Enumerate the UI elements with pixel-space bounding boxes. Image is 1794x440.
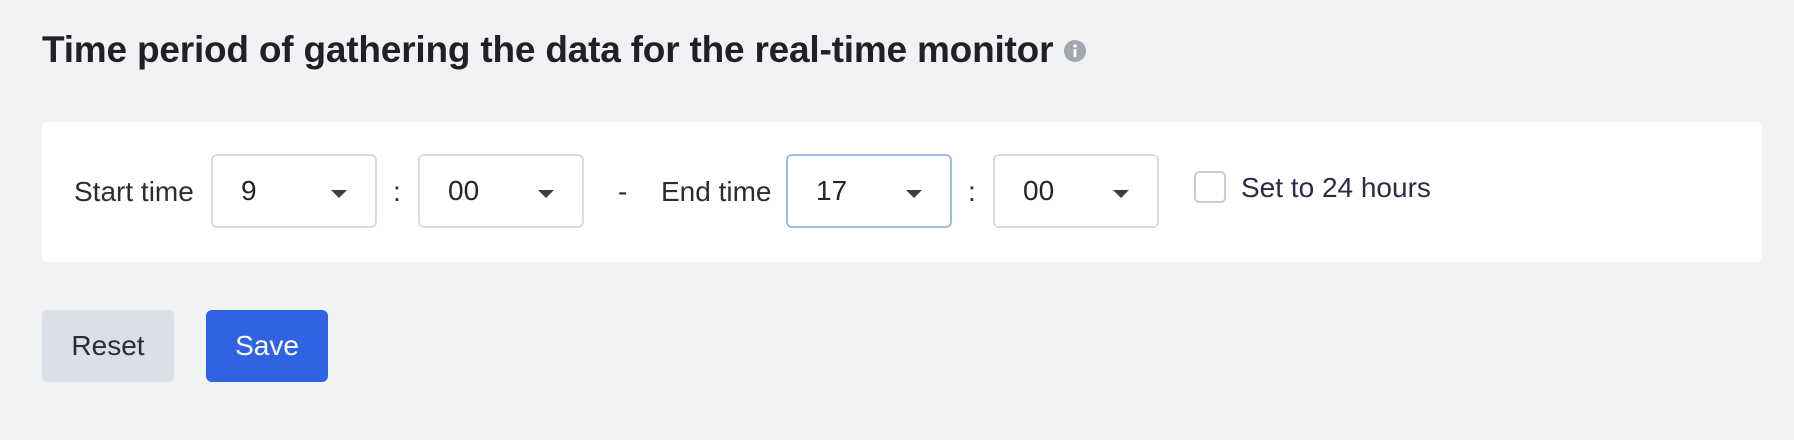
info-icon[interactable]	[1063, 39, 1087, 63]
settings-page: Time period of gathering the data for th…	[0, 0, 1794, 440]
reset-button[interactable]: Reset	[42, 310, 174, 382]
chevron-down-icon	[1113, 190, 1129, 198]
time-colon: :	[968, 176, 976, 207]
time-period-card: Start time 9 : 00 - End time 17 : 00 Set…	[42, 122, 1762, 262]
start-minute-select[interactable]: 00	[418, 154, 584, 228]
end-time-label: End time	[661, 176, 772, 207]
save-button[interactable]: Save	[206, 310, 328, 382]
range-dash: -	[618, 176, 628, 207]
start-hour-select[interactable]: 9	[211, 154, 377, 228]
start-minute-value: 00	[448, 175, 480, 206]
time-colon: :	[393, 176, 401, 207]
chevron-down-icon	[538, 190, 554, 198]
chevron-down-icon	[906, 190, 922, 198]
end-hour-value: 17	[816, 175, 848, 206]
end-minute-select[interactable]: 00	[993, 154, 1159, 228]
end-minute-value: 00	[1023, 175, 1055, 206]
page-title: Time period of gathering the data for th…	[42, 29, 1054, 70]
title-row: Time period of gathering the data for th…	[42, 26, 1087, 74]
set-24-hours-label[interactable]: Set to 24 hours	[1241, 122, 1431, 254]
start-hour-value: 9	[241, 175, 257, 206]
start-time-label: Start time	[74, 176, 194, 207]
set-24-hours-checkbox[interactable]	[1194, 171, 1226, 203]
chevron-down-icon	[331, 190, 347, 198]
end-hour-select[interactable]: 17	[786, 154, 952, 228]
